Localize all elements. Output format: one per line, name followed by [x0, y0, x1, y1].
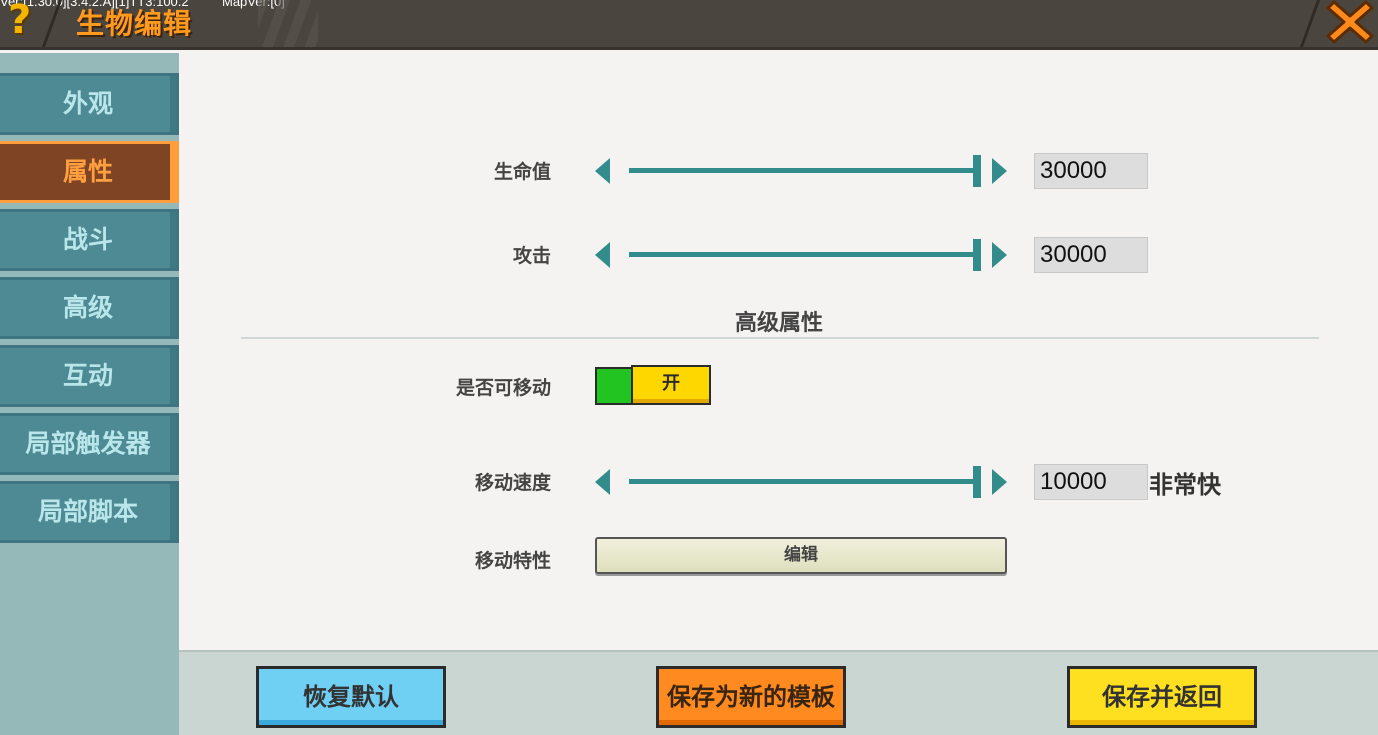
toggle-on-indicator: [595, 367, 635, 405]
sidebar-item-interaction[interactable]: 互动: [0, 345, 179, 407]
section-divider: [241, 337, 1319, 339]
move-trait-edit-button[interactable]: 编辑: [595, 537, 1007, 574]
sidebar: 外观 属性 战斗 高级 互动 局部触发器 局部脚本: [0, 53, 179, 735]
sidebar-item-combat[interactable]: 战斗: [0, 209, 179, 271]
attack-label: 攻击: [512, 245, 551, 267]
health-value-field[interactable]: 30000: [1034, 153, 1148, 189]
question-mark-icon[interactable]: ?: [8, 0, 44, 42]
restore-default-button[interactable]: 恢复默认: [256, 666, 446, 728]
footer-bar: 恢复默认 保存为新的模板 保存并返回: [179, 650, 1378, 735]
title-bar: Ver:[1.30.0][3.4.2.A][1]TT3:100.2 MapVer…: [0, 0, 1378, 50]
move-trait-label: 移动特性: [474, 550, 551, 572]
sidebar-item-advanced[interactable]: 高级: [0, 277, 179, 339]
movable-toggle[interactable]: 开: [595, 365, 711, 407]
close-button[interactable]: [1326, 0, 1374, 44]
section-title-advanced-attributes: 高级属性: [734, 311, 823, 336]
move-speed-slider-track[interactable]: [629, 479, 977, 484]
sidebar-item-attributes[interactable]: 属性: [0, 141, 179, 203]
move-speed-slider-thumb[interactable]: [973, 466, 981, 498]
header-separator-right: [1298, 0, 1321, 47]
page-title: 生物编辑: [76, 7, 193, 40]
sidebar-item-local-scripts[interactable]: 局部脚本: [0, 481, 179, 543]
save-as-template-button[interactable]: 保存为新的模板: [656, 666, 846, 728]
health-increase-arrow-icon[interactable]: [992, 158, 1007, 184]
health-slider-track[interactable]: [629, 168, 977, 173]
move-speed-decrease-arrow-icon[interactable]: [595, 469, 610, 495]
move-speed-value-field[interactable]: 10000: [1034, 464, 1148, 500]
save-and-return-button[interactable]: 保存并返回: [1067, 666, 1257, 728]
header-decoration: [258, 0, 318, 47]
sidebar-item-appearance[interactable]: 外观: [0, 73, 179, 135]
close-x-icon: [1326, 0, 1374, 44]
move-speed-description: 非常快: [1149, 471, 1221, 499]
attack-increase-arrow-icon[interactable]: [992, 242, 1007, 268]
attack-value-field[interactable]: 30000: [1034, 237, 1148, 273]
move-speed-increase-arrow-icon[interactable]: [992, 469, 1007, 495]
move-speed-label: 移动速度: [474, 472, 551, 494]
health-label: 生命值: [493, 161, 551, 183]
toggle-knob: 开: [631, 365, 711, 405]
movable-label: 是否可移动: [455, 377, 551, 399]
attack-decrease-arrow-icon[interactable]: [595, 242, 610, 268]
sidebar-item-local-triggers[interactable]: 局部触发器: [0, 413, 179, 475]
health-slider-thumb[interactable]: [973, 155, 981, 187]
attack-slider-thumb[interactable]: [973, 239, 981, 271]
attack-slider-track[interactable]: [629, 252, 977, 257]
attributes-panel: 生命值 30000 攻击 30000 高级属性 是否可移动 开 移动速度 100…: [179, 53, 1378, 650]
health-decrease-arrow-icon[interactable]: [595, 158, 610, 184]
